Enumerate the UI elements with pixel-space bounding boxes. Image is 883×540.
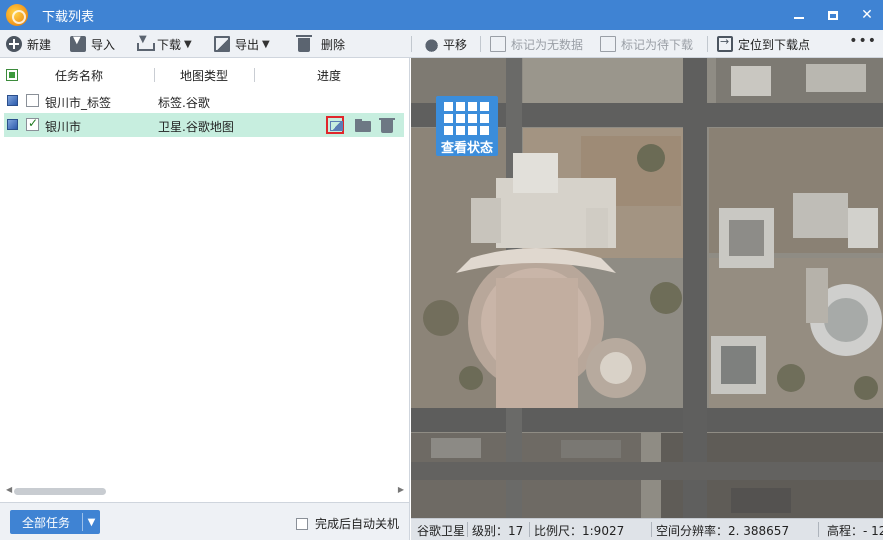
export-button[interactable]: 导出 ▼ bbox=[214, 34, 270, 54]
toolbar: 新建 导入 下载 ▼ 导出 ▼ 删除 平移 标记为无数据 标记为待下载 定位到下… bbox=[0, 30, 883, 58]
export-dropdown-icon[interactable]: ▼ bbox=[262, 39, 270, 50]
window-controls: ✕ bbox=[791, 0, 875, 30]
download-dropdown-icon[interactable]: ▼ bbox=[184, 39, 192, 50]
column-task-name[interactable]: 任务名称 bbox=[55, 67, 103, 84]
scroll-left-icon[interactable]: ◀ bbox=[6, 485, 12, 494]
status-divider bbox=[818, 522, 819, 537]
mark-nodata-icon bbox=[490, 36, 506, 52]
view-status-button[interactable]: 查看状态 bbox=[436, 96, 498, 156]
trash-icon bbox=[296, 35, 312, 52]
preview-image-icon[interactable] bbox=[326, 116, 344, 134]
folder-icon[interactable] bbox=[354, 116, 372, 134]
more-options-icon[interactable]: ••• bbox=[849, 33, 877, 49]
export-label: 导出 bbox=[235, 37, 260, 52]
all-tasks-label: 全部任务 bbox=[21, 515, 70, 530]
view-status-label: 查看状态 bbox=[440, 141, 493, 156]
pan-label: 平移 bbox=[443, 37, 468, 52]
toolbar-divider bbox=[707, 36, 708, 52]
map-status-bar: 谷歌卫星 级别：17 比例尺：1:9027 空间分辨率：2. 388657 高程… bbox=[411, 518, 883, 540]
trash-icon[interactable] bbox=[378, 116, 396, 134]
mark-pending-icon bbox=[600, 36, 616, 52]
globe-logo-icon bbox=[6, 4, 28, 26]
maximize-icon bbox=[828, 10, 838, 20]
grid-icon bbox=[444, 102, 492, 136]
horizontal-scrollbar[interactable]: ◀ ▶ bbox=[4, 485, 406, 497]
auto-shutdown-option[interactable]: 完成后自动关机 bbox=[296, 515, 399, 532]
locate-download-point-button[interactable]: 定位到下载点 bbox=[717, 34, 810, 54]
all-tasks-button[interactable]: 全部任务 ▼ bbox=[10, 510, 100, 534]
minimize-icon bbox=[794, 17, 804, 19]
satellite-map-view[interactable]: 查看状态 bbox=[411, 58, 883, 518]
download-button[interactable]: 下载 ▼ bbox=[136, 34, 192, 54]
scroll-right-icon[interactable]: ▶ bbox=[398, 485, 404, 494]
mark-pending-label: 标记为待下载 bbox=[621, 37, 694, 52]
task-list-pane: 任务名称 地图类型 进度 银川市_标签 标签.谷歌 银川市 卫星.谷歌地图 ◀ … bbox=[0, 58, 410, 502]
toolbar-divider bbox=[411, 36, 412, 52]
column-map-type[interactable]: 地图类型 bbox=[180, 67, 228, 84]
close-button[interactable]: ✕ bbox=[859, 7, 875, 23]
map-source: 谷歌卫星 bbox=[417, 524, 466, 538]
import-button[interactable]: 导入 bbox=[70, 34, 115, 54]
export-image-icon bbox=[214, 36, 230, 52]
spatial-resolution: 空间分辨率：2. 388657 bbox=[656, 524, 790, 538]
status-divider bbox=[651, 522, 652, 537]
download-icon bbox=[136, 34, 155, 52]
toolbar-divider bbox=[480, 36, 481, 52]
task-status-icon bbox=[7, 95, 18, 106]
mark-nodata-button[interactable]: 标记为无数据 bbox=[490, 34, 583, 54]
maximize-button[interactable] bbox=[825, 7, 841, 23]
task-bottom-bar: 全部任务 ▼ 完成后自动关机 bbox=[0, 502, 410, 540]
pan-button[interactable]: 平移 bbox=[422, 34, 467, 54]
hand-icon bbox=[422, 36, 438, 52]
task-checkbox[interactable] bbox=[26, 116, 39, 131]
mark-pending-button[interactable]: 标记为待下载 bbox=[600, 34, 693, 54]
task-name: 银川市 bbox=[45, 120, 82, 134]
task-list-header: 任务名称 地图类型 进度 bbox=[0, 64, 410, 86]
map-scale: 比例尺：1:9027 bbox=[534, 524, 625, 538]
new-button[interactable]: 新建 bbox=[6, 34, 51, 54]
all-tasks-dropdown-icon[interactable]: ▼ bbox=[83, 517, 100, 528]
status-divider bbox=[467, 522, 468, 537]
auto-shutdown-label: 完成后自动关机 bbox=[315, 517, 400, 531]
column-progress[interactable]: 进度 bbox=[317, 67, 341, 84]
task-status-icon bbox=[7, 119, 18, 130]
auto-shutdown-checkbox[interactable] bbox=[296, 517, 308, 530]
delete-label: 删除 bbox=[321, 37, 346, 52]
import-label: 导入 bbox=[91, 37, 116, 52]
task-row-selected[interactable]: 银川市 卫星.谷歌地图 bbox=[4, 113, 404, 137]
task-row[interactable]: 银川市_标签 标签.谷歌 bbox=[4, 89, 404, 113]
window-title: 下载列表 bbox=[42, 9, 95, 25]
delete-button[interactable]: 删除 bbox=[296, 34, 345, 54]
column-divider[interactable] bbox=[154, 68, 155, 82]
title-bar: 下载列表 ✕ bbox=[0, 0, 883, 30]
select-all-checkbox[interactable] bbox=[6, 69, 18, 81]
status-divider bbox=[529, 522, 530, 537]
task-name: 银川市_标签 bbox=[45, 96, 112, 110]
elevation: 高程：- 12 bbox=[827, 524, 883, 538]
locate-label: 定位到下载点 bbox=[738, 37, 811, 52]
mark-nodata-label: 标记为无数据 bbox=[511, 37, 584, 52]
zoom-level: 级别：17 bbox=[472, 524, 524, 538]
minimize-button[interactable] bbox=[791, 7, 807, 23]
task-map-type: 标签.谷歌 bbox=[158, 96, 210, 110]
new-label: 新建 bbox=[27, 37, 52, 52]
task-map-type: 卫星.谷歌地图 bbox=[158, 120, 234, 134]
column-divider[interactable] bbox=[254, 68, 255, 82]
task-checkbox[interactable] bbox=[26, 94, 39, 107]
import-icon bbox=[70, 35, 86, 52]
locate-icon bbox=[717, 35, 733, 52]
scrollbar-thumb[interactable] bbox=[14, 488, 106, 495]
close-icon: ✕ bbox=[861, 7, 873, 23]
download-label: 下载 bbox=[157, 37, 182, 52]
plus-icon bbox=[6, 36, 22, 52]
